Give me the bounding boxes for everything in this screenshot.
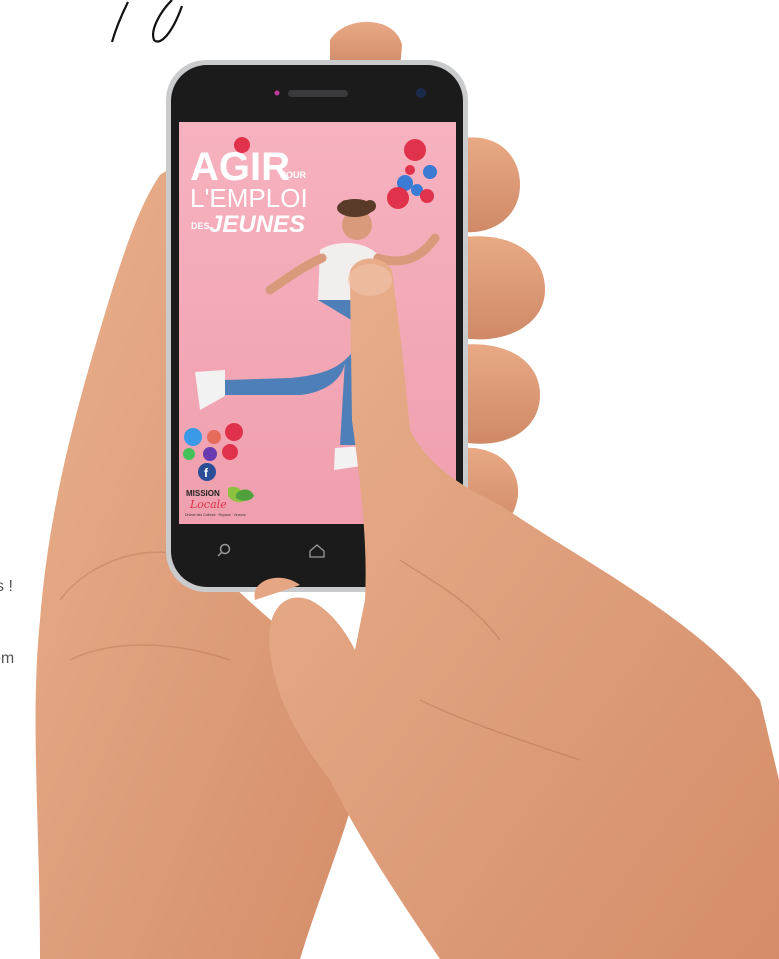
- heart-icon: [234, 137, 250, 153]
- title-pour: POUR: [280, 170, 307, 180]
- like-icon: [423, 165, 437, 179]
- fingernail: [348, 264, 392, 296]
- title-des: DES: [191, 221, 210, 231]
- logo-locale: Locale: [189, 498, 227, 511]
- front-sensor: [274, 90, 280, 96]
- speaker-grille: [288, 90, 348, 97]
- hands-holding-phone-illustration: AGIR POUR L'EMPLOI DES JEUNES f MISSION …: [35, 0, 779, 959]
- photo-stage: s ! om: [0, 0, 779, 959]
- title-emploi: L'EMPLOI: [190, 183, 308, 213]
- front-camera: [416, 88, 426, 98]
- heart-icon: [387, 187, 409, 209]
- right-finger-2: [458, 236, 545, 340]
- instagram-icon: [222, 444, 238, 460]
- logo-mission: MISSION: [186, 489, 220, 498]
- handwriting-stroke-2: [152, 0, 184, 43]
- heart-icon: [404, 139, 426, 161]
- yahoo-icon: [203, 447, 217, 461]
- title-jeunes: JEUNES: [209, 211, 305, 238]
- whatsapp-icon: [183, 448, 195, 460]
- handwriting-stroke: [110, 1, 129, 43]
- logo-subtitle: Drôme des Collines · Royans · Vercors: [185, 513, 246, 517]
- google-plus-icon: [207, 430, 221, 444]
- right-finger-3: [460, 344, 540, 444]
- twitter-icon: [184, 428, 202, 446]
- youtube-icon: [225, 423, 243, 441]
- heart-icon: [420, 189, 434, 203]
- heart-icon: [405, 165, 415, 175]
